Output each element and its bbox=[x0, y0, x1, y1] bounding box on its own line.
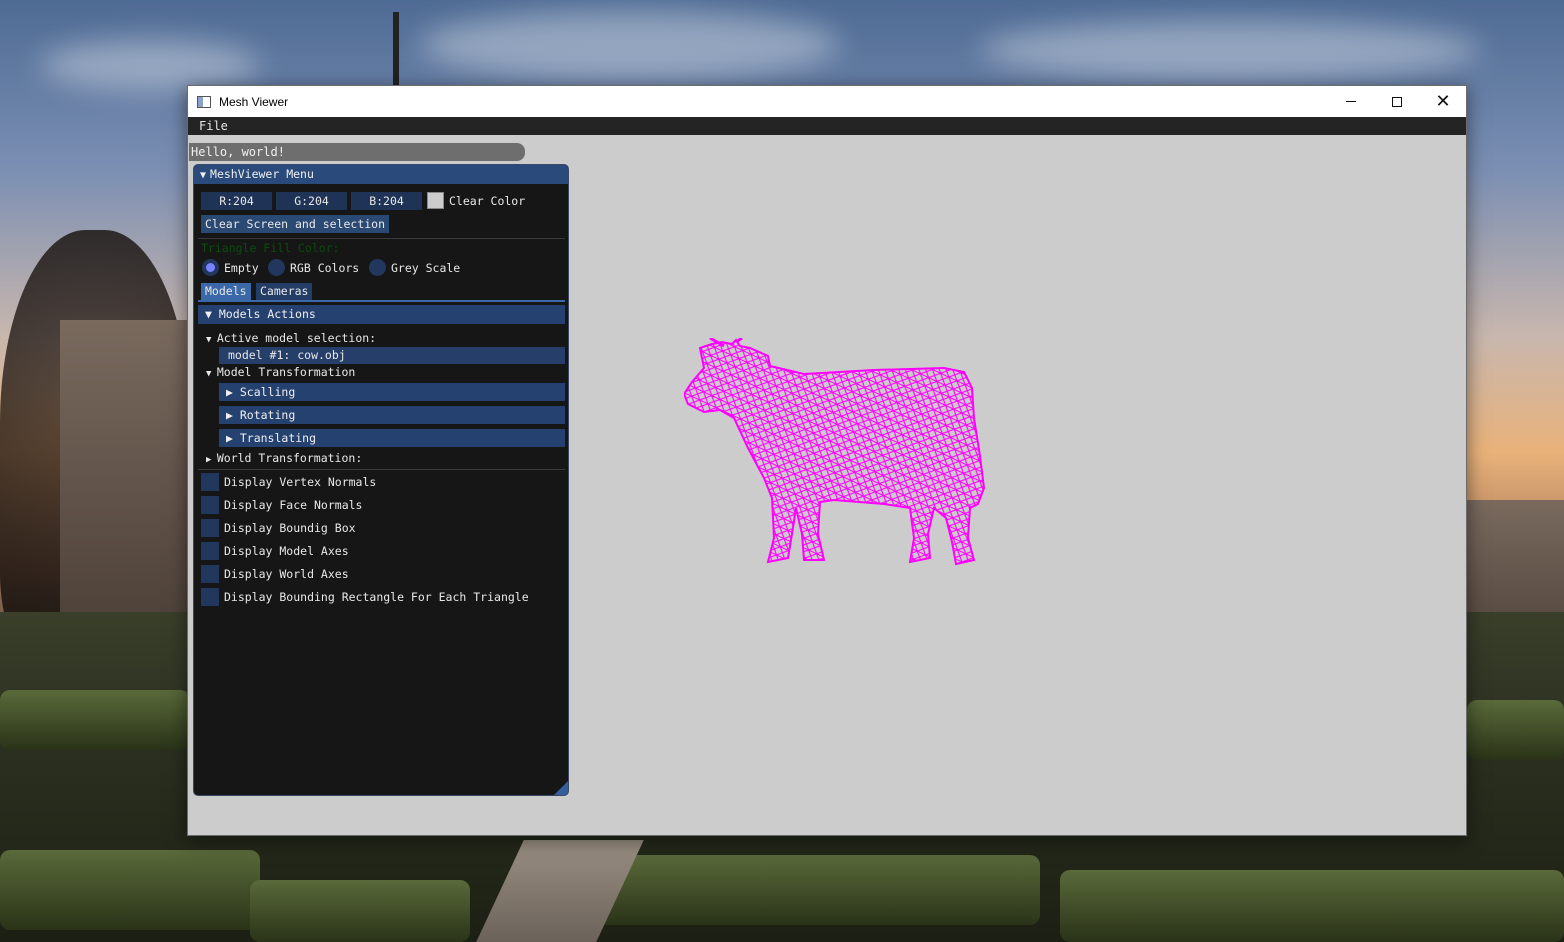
triangle-fill-color-label: Triangle Fill Color: bbox=[201, 241, 340, 255]
radio-empty[interactable] bbox=[202, 259, 219, 276]
maximize-button[interactable] bbox=[1374, 86, 1420, 117]
scaling-header[interactable]: ▶ Scalling bbox=[219, 383, 565, 401]
world-transformation-node[interactable]: ▶ World Transformation: bbox=[206, 450, 362, 468]
model-transformation-label: Model Transformation bbox=[216, 365, 356, 379]
expanded-triangle-icon: ▼ bbox=[206, 335, 217, 345]
close-icon: ✕ bbox=[1435, 91, 1451, 112]
scaling-label: Scalling bbox=[239, 385, 296, 399]
resize-grip[interactable] bbox=[554, 781, 568, 795]
model-transformation-node[interactable]: ▼ Model Transformation bbox=[206, 364, 355, 382]
radio-empty-label: Empty bbox=[224, 261, 259, 275]
checkbox-world-axes[interactable] bbox=[201, 565, 219, 583]
hedge bbox=[0, 690, 190, 750]
cow-mesh-wireframe bbox=[684, 338, 986, 566]
cloud bbox=[980, 20, 1480, 80]
cloud bbox=[40, 40, 260, 90]
tab-cameras[interactable]: Cameras bbox=[256, 283, 313, 300]
window-title: Mesh Viewer bbox=[219, 94, 289, 109]
collapse-triangle-icon[interactable]: ▼ bbox=[200, 170, 206, 181]
active-model-item[interactable]: model #1: cow.obj bbox=[219, 347, 565, 364]
hedge bbox=[250, 880, 470, 942]
app-window-icon bbox=[197, 95, 211, 108]
collapsed-triangle-icon: ▶ bbox=[206, 455, 217, 465]
clear-color-swatch[interactable] bbox=[427, 192, 444, 209]
models-actions-header[interactable]: ▼ Models Actions bbox=[198, 305, 565, 324]
clear-color-b-field[interactable]: B:204 bbox=[351, 192, 422, 210]
translating-label: Translating bbox=[239, 431, 317, 445]
minimize-icon bbox=[1346, 101, 1356, 102]
collapsed-triangle-icon: ▶ bbox=[226, 408, 240, 422]
rotating-header[interactable]: ▶ Rotating bbox=[219, 406, 565, 424]
clear-screen-button[interactable]: Clear Screen and selection bbox=[201, 215, 390, 233]
tab-models[interactable]: Models bbox=[201, 283, 251, 300]
separator bbox=[198, 238, 565, 239]
world-transformation-label: World Transformation: bbox=[216, 451, 363, 465]
hedge bbox=[580, 855, 1040, 925]
radio-grey-scale[interactable] bbox=[369, 259, 386, 276]
hedge bbox=[1060, 870, 1564, 942]
close-button[interactable]: ✕ bbox=[1420, 86, 1466, 117]
spire bbox=[393, 12, 399, 86]
checkbox-model-axes-label: Display Model Axes bbox=[224, 544, 349, 558]
radio-rgb-colors[interactable] bbox=[268, 259, 285, 276]
hedge bbox=[1467, 700, 1564, 760]
expanded-triangle-icon: ▼ bbox=[206, 369, 217, 379]
checkbox-world-axes-label: Display World Axes bbox=[224, 567, 349, 581]
clear-color-g-field[interactable]: G:204 bbox=[276, 192, 347, 210]
collapsed-triangle-icon: ▶ bbox=[226, 385, 240, 399]
checkbox-bounding-box[interactable] bbox=[201, 519, 219, 537]
checkbox-bounding-box-label: Display Boundig Box bbox=[224, 521, 356, 535]
menu-bar: File bbox=[188, 117, 1466, 135]
clear-color-label: Clear Color bbox=[449, 194, 526, 208]
panel-title: MeshViewer Menu bbox=[210, 167, 314, 181]
radio-grey-scale-label: Grey Scale bbox=[391, 261, 461, 275]
building bbox=[60, 320, 190, 650]
active-model-label: Active model selection: bbox=[216, 331, 377, 345]
maximize-icon bbox=[1392, 96, 1402, 107]
checkbox-model-axes[interactable] bbox=[201, 542, 219, 560]
cow-body bbox=[684, 338, 986, 566]
checkbox-vertex-normals-label: Display Vertex Normals bbox=[224, 475, 377, 489]
tab-underline bbox=[198, 300, 565, 302]
separator bbox=[198, 469, 565, 470]
panel-title-bar[interactable]: ▼ MeshViewer Menu bbox=[194, 165, 568, 184]
title-bar[interactable]: Mesh Viewer ✕ bbox=[188, 86, 1466, 117]
cloud bbox=[420, 10, 840, 80]
checkbox-vertex-normals[interactable] bbox=[201, 473, 219, 491]
hedge bbox=[0, 850, 260, 930]
meshviewer-menu-panel: ▼ MeshViewer Menu R:204 G:204 B:204 Clear… bbox=[193, 164, 569, 796]
checkbox-face-normals[interactable] bbox=[201, 496, 219, 514]
active-model-node[interactable]: ▼ Active model selection: bbox=[206, 330, 376, 348]
rotating-label: Rotating bbox=[239, 408, 296, 422]
checkbox-triangle-bounding-rect-label: Display Bounding Rectangle For Each Tria… bbox=[224, 590, 529, 604]
menu-file[interactable]: File bbox=[199, 117, 228, 135]
models-actions-label: Models Actions bbox=[218, 307, 316, 321]
collapsed-triangle-icon: ▶ bbox=[226, 431, 240, 445]
checkbox-face-normals-label: Display Face Normals bbox=[224, 498, 363, 512]
expanded-triangle-icon: ▼ bbox=[205, 307, 219, 321]
translating-header[interactable]: ▶ Translating bbox=[219, 429, 565, 447]
checkbox-triangle-bounding-rect[interactable] bbox=[201, 588, 219, 606]
mesh-viewer-window: Mesh Viewer ✕ File Hello, world! ▼ MeshVi… bbox=[187, 85, 1467, 836]
hello-world-window-title[interactable]: Hello, world! bbox=[189, 143, 525, 161]
clear-color-r-field[interactable]: R:204 bbox=[201, 192, 272, 210]
radio-rgb-colors-label: RGB Colors bbox=[290, 261, 360, 275]
minimize-button[interactable] bbox=[1328, 86, 1374, 117]
